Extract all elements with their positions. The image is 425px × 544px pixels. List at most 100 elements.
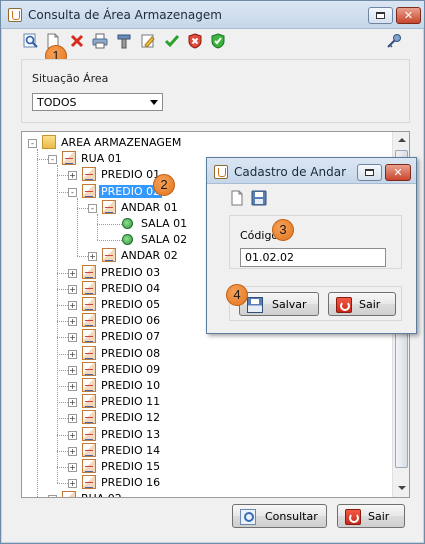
dialog-titlebar[interactable]: Cadastro de Andar ✕ — [207, 158, 416, 184]
codigo-panel: Código 01.02.02 — [229, 215, 402, 269]
building-icon — [82, 297, 96, 311]
dialog-close-button[interactable]: ✕ — [385, 164, 411, 181]
tree-node[interactable]: + PREDIO 16 — [22, 475, 392, 491]
tree-node-label[interactable]: RUA 01 — [79, 152, 124, 165]
expand-icon[interactable]: + — [88, 252, 97, 262]
close-button[interactable]: ✕ — [396, 7, 421, 24]
ok-shield-icon[interactable] — [210, 33, 226, 49]
expand-icon[interactable]: + — [68, 284, 77, 294]
collapse-icon[interactable]: - — [28, 139, 37, 148]
tree-node-label[interactable]: ANDAR 01 — [119, 201, 180, 214]
exit-icon — [345, 509, 361, 525]
tree-node-label[interactable]: PREDIO 09 — [99, 363, 162, 376]
tree-node[interactable]: + PREDIO 10 — [22, 378, 392, 394]
tree-node-label[interactable]: PREDIO 10 — [99, 379, 162, 392]
restore-button[interactable] — [368, 7, 393, 24]
tree-node-label[interactable]: ANDAR 02 — [119, 249, 180, 262]
collapse-icon[interactable]: - — [48, 155, 57, 165]
tree-node-label[interactable]: PREDIO 04 — [99, 282, 162, 295]
tree-node-label[interactable]: PREDIO 14 — [99, 444, 162, 457]
scroll-down-button[interactable] — [394, 481, 409, 496]
key-icon[interactable] — [386, 33, 402, 49]
situacao-area-select[interactable]: TODOS — [32, 93, 163, 111]
building-icon — [82, 280, 96, 295]
salvar-button[interactable]: Salvar — [239, 292, 319, 316]
tree-node[interactable]: + PREDIO 11 — [22, 394, 392, 410]
java-app-icon — [214, 165, 228, 179]
tree-node-label[interactable]: AREA ARMAZENAGEM — [59, 136, 183, 149]
dialog-sair-button[interactable]: Sair — [328, 292, 396, 316]
building-icon — [62, 491, 76, 497]
sair-label: Sair — [368, 510, 390, 523]
expand-icon[interactable]: + — [48, 495, 57, 497]
tree-node[interactable]: + PREDIO 08 — [22, 345, 392, 362]
tree-node-label[interactable]: PREDIO 13 — [99, 428, 162, 441]
expand-icon[interactable]: + — [68, 365, 77, 375]
tree-node-label[interactable]: PREDIO 05 — [99, 298, 162, 311]
expand-icon[interactable]: + — [68, 333, 77, 343]
building-icon — [82, 264, 96, 279]
tree-node-label[interactable]: PREDIO 16 — [99, 476, 162, 489]
close-icon: ✕ — [403, 9, 414, 22]
tree-node[interactable]: + PREDIO 15 — [22, 459, 392, 475]
edit-icon[interactable] — [140, 33, 156, 49]
expand-icon[interactable]: + — [68, 446, 77, 456]
tree-node-label[interactable]: PREDIO 12 — [99, 411, 162, 424]
expand-icon[interactable]: + — [68, 382, 77, 391]
tree-node[interactable]: + PREDIO 14 — [22, 442, 392, 459]
consultar-button[interactable]: Consultar — [232, 504, 327, 528]
tree-node[interactable]: - AREA ARMAZENAGEM — [22, 135, 392, 151]
tree-node[interactable]: + RUA 02 — [22, 491, 392, 497]
building-icon — [82, 426, 96, 441]
collapse-icon[interactable]: - — [88, 203, 97, 213]
tree-node-label[interactable]: PREDIO 03 — [99, 266, 162, 279]
save-icon[interactable] — [251, 190, 267, 206]
expand-icon[interactable]: + — [68, 268, 77, 278]
tree-node-label[interactable]: PREDIO 07 — [99, 330, 162, 343]
save-icon — [247, 297, 263, 313]
tree-node-label[interactable]: SALA 02 — [139, 233, 189, 246]
dialog-restore-button[interactable] — [357, 164, 382, 181]
tree-node-label[interactable]: SALA 01 — [139, 217, 189, 230]
codigo-field[interactable]: 01.02.02 — [240, 248, 386, 267]
consultar-label: Consultar — [265, 510, 318, 523]
main-toolbar — [23, 31, 403, 51]
restore-icon — [364, 168, 374, 176]
expand-icon[interactable]: + — [68, 463, 77, 472]
expand-icon[interactable]: + — [68, 301, 77, 310]
print-icon[interactable] — [92, 33, 108, 49]
tree-node[interactable]: + PREDIO 12 — [22, 410, 392, 426]
search-icon[interactable] — [23, 33, 39, 49]
tree-node-label[interactable]: PREDIO 01 — [99, 168, 162, 181]
tools-icon[interactable] — [116, 33, 132, 49]
new-document-icon[interactable] — [229, 190, 245, 206]
building-icon — [82, 329, 96, 344]
dialog-button-panel: Salvar Sair — [229, 286, 402, 321]
tree-node[interactable]: + PREDIO 13 — [22, 426, 392, 443]
tree-node-label[interactable]: PREDIO 06 — [99, 314, 162, 327]
expand-icon[interactable]: + — [68, 317, 77, 327]
expand-icon[interactable]: + — [68, 171, 77, 181]
collapse-icon[interactable]: - — [68, 187, 77, 197]
expand-icon[interactable]: + — [68, 414, 77, 424]
building-icon — [102, 199, 116, 214]
expand-icon[interactable]: + — [68, 430, 77, 440]
expand-icon[interactable]: + — [68, 479, 77, 489]
building-icon — [62, 151, 76, 166]
arrow-up-icon — [398, 138, 406, 142]
sair-button[interactable]: Sair — [337, 504, 405, 528]
cancel-shield-icon[interactable] — [187, 33, 203, 49]
expand-icon[interactable]: + — [68, 398, 77, 408]
tree-node-label[interactable]: PREDIO 11 — [99, 395, 162, 408]
expand-icon[interactable]: + — [68, 349, 77, 359]
tree-node-label[interactable]: PREDIO 15 — [99, 460, 162, 473]
delete-x-icon[interactable] — [69, 33, 85, 49]
tree-node[interactable]: + PREDIO 09 — [22, 361, 392, 378]
tree-node-label[interactable]: PREDIO 08 — [99, 347, 162, 360]
main-titlebar[interactable]: Consulta de Área Armazenagem ✕ — [1, 1, 424, 29]
check-icon[interactable] — [164, 33, 180, 49]
tree-node-label[interactable]: RUA 02 — [79, 492, 124, 497]
scroll-up-button[interactable] — [394, 133, 409, 148]
situacao-area-label: Situação Área — [32, 72, 109, 85]
room-node-icon — [122, 218, 133, 229]
